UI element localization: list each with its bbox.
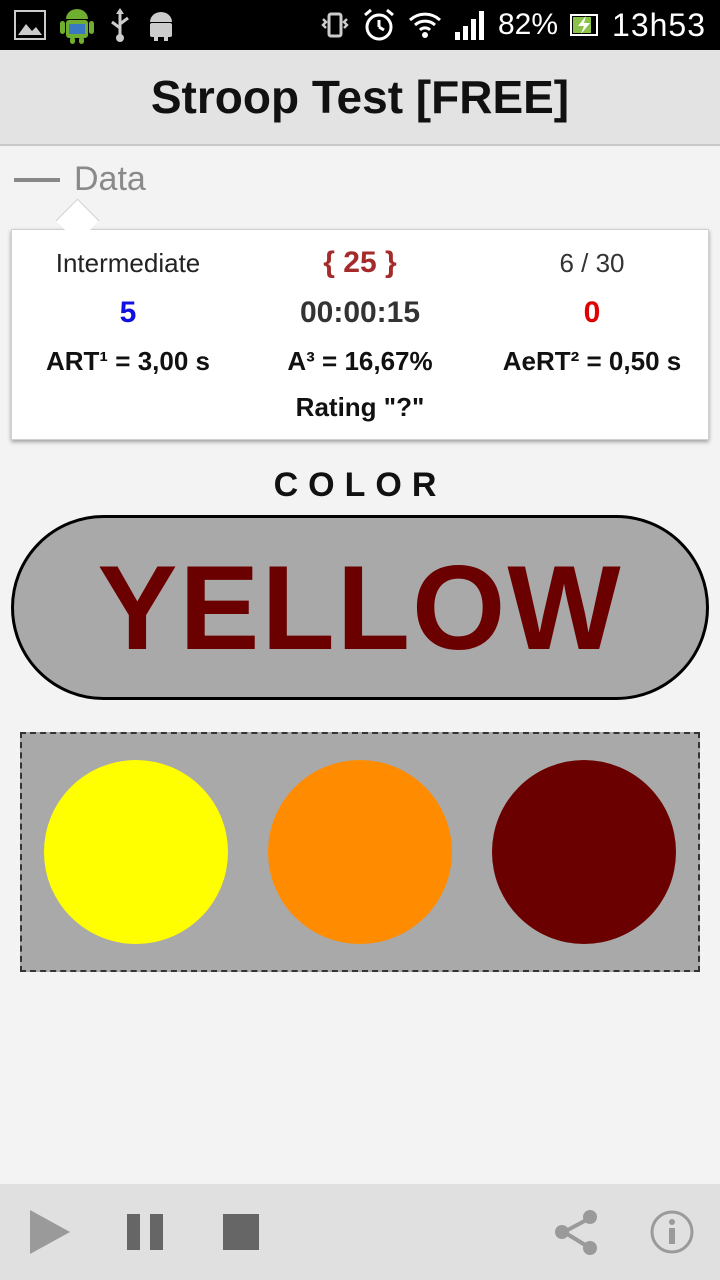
- status-bar: 82% 13h53: [0, 0, 720, 50]
- data-panel: Intermediate { 25 } 6 / 30 5 00:00:15 0 …: [11, 229, 709, 440]
- elapsed-timer: 00:00:15: [299, 296, 421, 329]
- play-icon: [30, 1210, 70, 1254]
- stimulus-box: YELLOW: [11, 515, 709, 700]
- share-button[interactable]: [548, 1184, 604, 1280]
- average-error-response-time: AeRT² = 0,50 s: [502, 346, 682, 376]
- stop-button[interactable]: [214, 1184, 268, 1280]
- pause-icon: [127, 1214, 163, 1250]
- signal-icon: [454, 10, 486, 40]
- battery-charging-icon: [570, 12, 600, 38]
- vibrate-icon: [320, 10, 350, 40]
- play-button[interactable]: [20, 1184, 80, 1280]
- round-counter: { 25 }: [323, 246, 397, 279]
- app-bar: Stroop Test [FREE]: [0, 50, 720, 146]
- stimulus-mode-label: COLOR: [273, 466, 447, 504]
- data-section-header[interactable]: Data: [14, 160, 146, 199]
- android-debug-icon: [146, 9, 176, 41]
- stimulus-word: YELLOW: [97, 540, 623, 675]
- info-icon: [650, 1210, 694, 1254]
- alarm-icon: [362, 8, 396, 42]
- pause-button[interactable]: [118, 1184, 172, 1280]
- average-response-time: ART¹ = 3,00 s: [45, 346, 210, 376]
- collapse-line-icon: [14, 177, 60, 182]
- wifi-icon: [408, 11, 442, 39]
- data-section-label: Data: [74, 160, 146, 198]
- stop-icon: [223, 1214, 259, 1250]
- usb-icon: [108, 8, 132, 42]
- android-mascot-icon: [60, 6, 94, 44]
- page-title: Stroop Test [FREE]: [150, 71, 570, 123]
- share-icon: [555, 1210, 597, 1255]
- color-choices-panel: [20, 732, 700, 972]
- clock: 13h53: [612, 6, 706, 43]
- accuracy: A³ = 16,67%: [287, 346, 433, 376]
- info-button[interactable]: [644, 1184, 700, 1280]
- gallery-icon: [14, 10, 46, 40]
- difficulty-level: Intermediate: [55, 248, 201, 278]
- choice-yellow-button[interactable]: [44, 760, 228, 944]
- progress-counter: 6 / 30: [559, 248, 625, 278]
- battery-percentage: 82%: [497, 8, 559, 41]
- error-count: 0: [583, 296, 601, 329]
- correct-count: 5: [119, 296, 137, 329]
- rating: Rating "?": [295, 392, 425, 422]
- choice-orange-button[interactable]: [268, 760, 452, 944]
- choice-dark-red-button[interactable]: [492, 760, 676, 944]
- bottom-toolbar: [0, 1184, 720, 1280]
